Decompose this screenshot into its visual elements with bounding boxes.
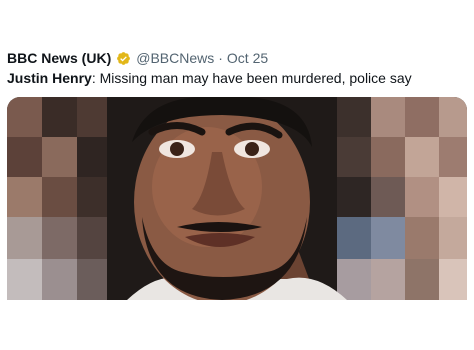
pixelated-background-left [7, 97, 107, 300]
headline-subject: Justin Henry [7, 70, 92, 86]
tweet-header: BBC News (UK) @BBCNews · Oct 25 [7, 49, 268, 67]
tweet-text: Justin Henry: Missing man may have been … [7, 70, 412, 86]
tweet-card[interactable]: BBC News (UK) @BBCNews · Oct 25 Justin H… [0, 0, 474, 350]
author-name[interactable]: BBC News (UK) [7, 50, 111, 66]
headline-text: : Missing man may have been murdered, po… [91, 70, 412, 86]
meta-separator: · [218, 50, 223, 66]
author-handle[interactable]: @BBCNews [136, 50, 214, 66]
verified-badge-icon [116, 51, 131, 66]
tweet-photo[interactable] [7, 97, 467, 300]
pixelated-background-right [337, 97, 467, 300]
tweet-date[interactable]: Oct 25 [227, 50, 268, 66]
portrait-photo-icon [7, 97, 467, 300]
